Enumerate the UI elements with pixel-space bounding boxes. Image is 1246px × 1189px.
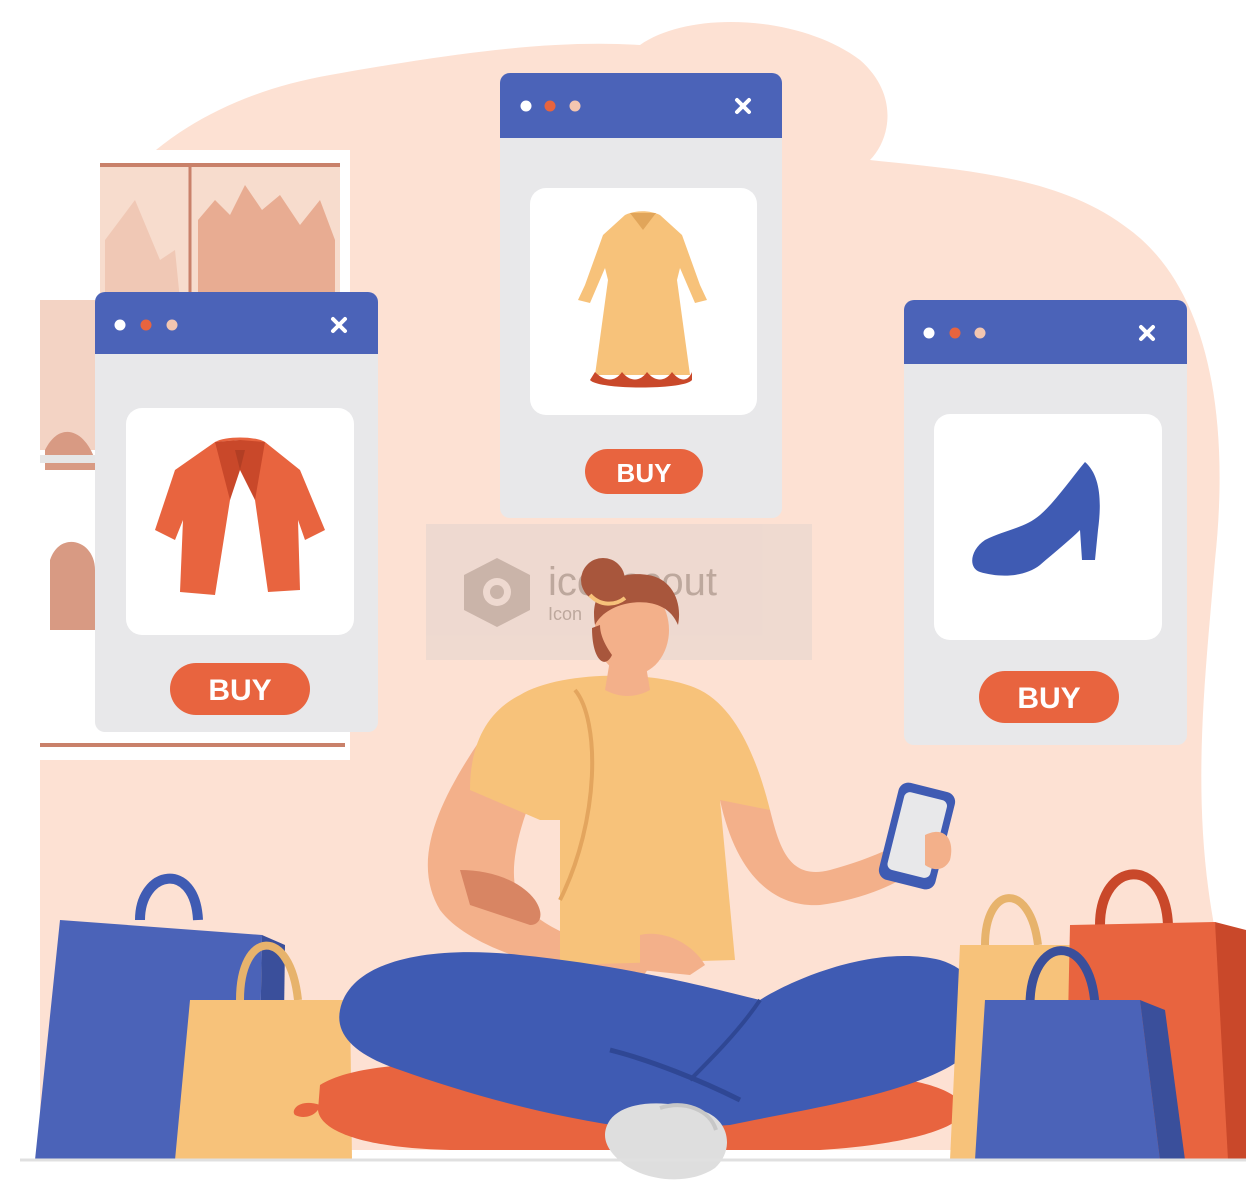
window-dot-icon [569, 100, 581, 112]
product-window-jacket: BUY [95, 292, 378, 732]
svg-text:BUY: BUY [208, 674, 271, 707]
buy-button[interactable]: BUY [170, 663, 310, 715]
svg-text:BUY: BUY [617, 458, 672, 488]
window-dot-icon [949, 327, 961, 339]
buy-button[interactable]: BUY [979, 671, 1119, 723]
buy-button[interactable]: BUY [585, 449, 703, 494]
svg-text:BUY: BUY [1017, 682, 1080, 715]
hair-bun [581, 558, 625, 602]
window-dot-icon [923, 327, 935, 339]
window-dot-icon [520, 100, 532, 112]
product-window-heel: BUY [904, 300, 1187, 745]
window-dot-icon [166, 319, 178, 331]
svg-text:Icon: Icon [548, 604, 582, 624]
shopping-illustration: BUY BUY BUY Icon [20, 22, 1246, 1180]
window-dot-icon [140, 319, 152, 331]
window-dot-icon [544, 100, 556, 112]
product-window-dress: BUY [500, 73, 782, 518]
window-dot-icon [974, 327, 986, 339]
window-dot-icon [114, 319, 126, 331]
